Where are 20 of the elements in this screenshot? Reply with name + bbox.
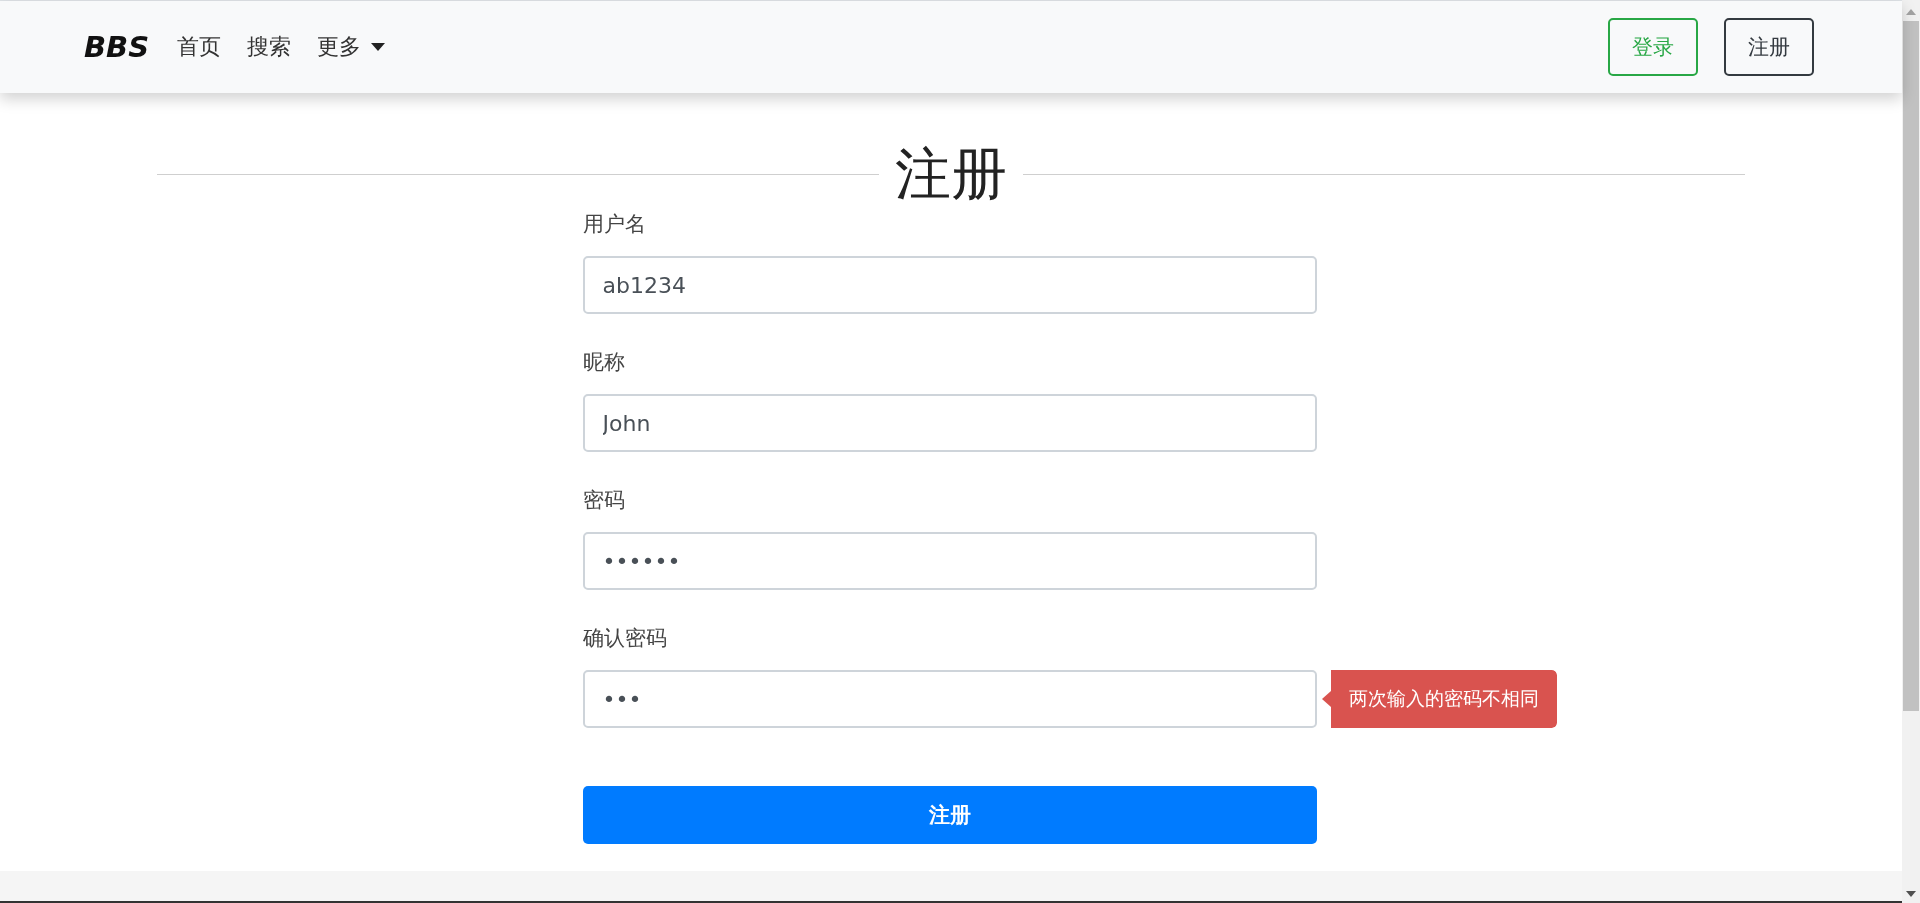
nav-link[interactable]: 首页	[177, 32, 222, 62]
scrollbar-thumb[interactable]	[1903, 21, 1919, 711]
caret-icon	[371, 43, 386, 51]
field-label: 昵称	[582, 349, 626, 376]
scroll-up-icon[interactable]	[1906, 9, 1916, 15]
field-label: 密码	[582, 487, 626, 514]
dropdown-toggle[interactable]: 更多	[317, 32, 386, 62]
field-label: 确认密码	[582, 625, 668, 652]
scroll-down-icon[interactable]	[1906, 891, 1916, 897]
input-field[interactable]: •••	[582, 670, 1317, 728]
scrollbar[interactable]	[1902, 0, 1920, 903]
input-field[interactable]: ab1234	[582, 256, 1317, 314]
field-label: 用户名	[582, 211, 647, 238]
nav-link[interactable]: 搜索	[247, 32, 292, 62]
input-field[interactable]: ••••••	[582, 532, 1317, 590]
submit-button[interactable]: 注册	[582, 786, 1317, 844]
page-title: 注册	[895, 142, 1007, 206]
error-tooltip: 两次输入的密码不相同	[1321, 670, 1557, 728]
register-button[interactable]: 注册	[1724, 18, 1814, 76]
brand-logo[interactable]: BBS	[84, 30, 150, 64]
